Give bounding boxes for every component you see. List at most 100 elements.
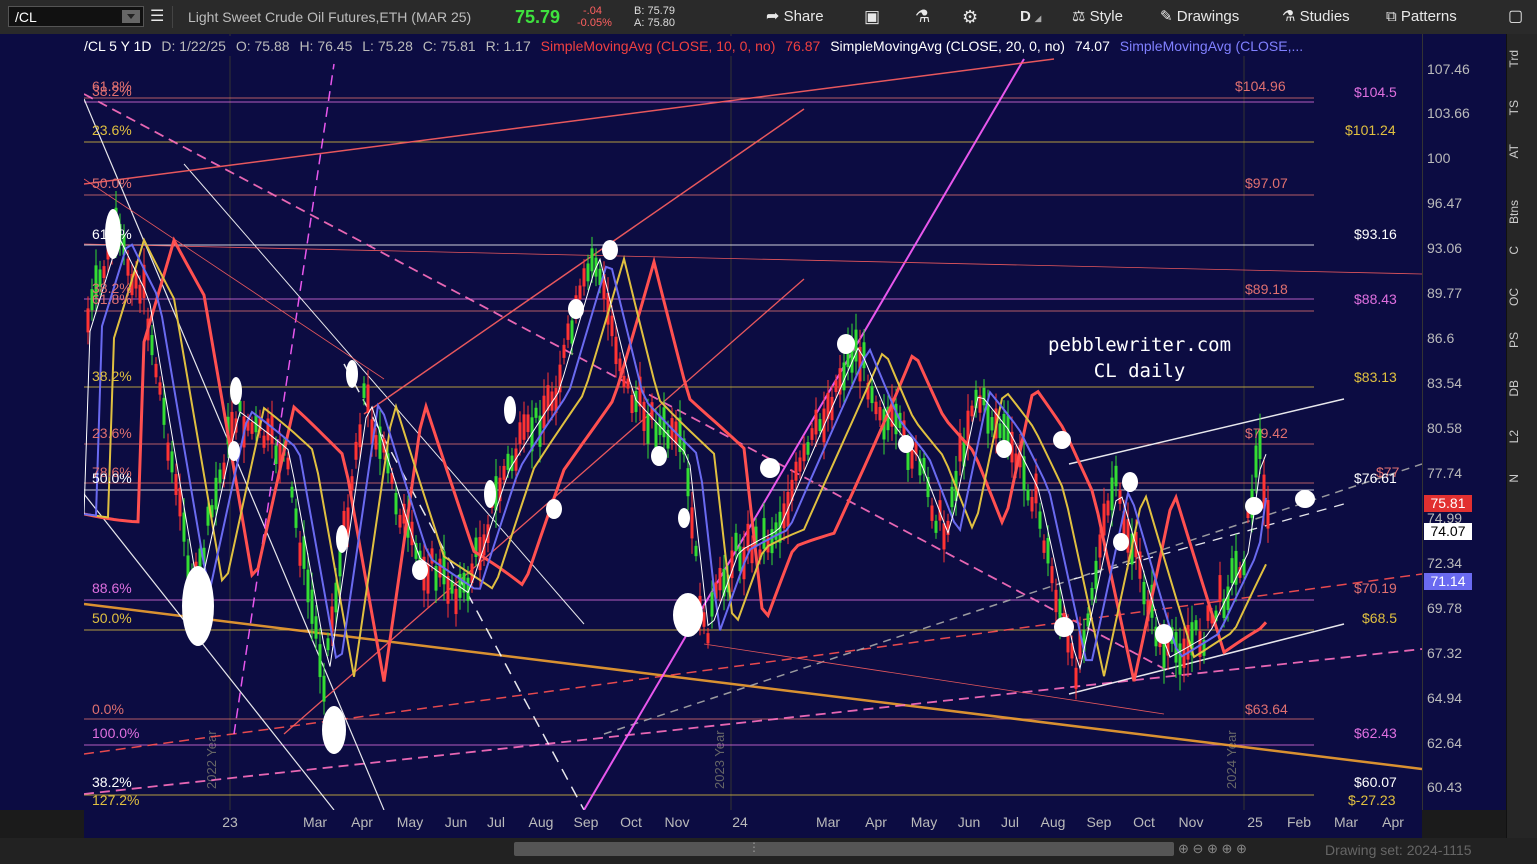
price-tick: 60.43 <box>1427 779 1463 795</box>
style-button[interactable]: ⚖ Style <box>1072 0 1123 34</box>
fib-level-label: 61.8% <box>92 226 132 242</box>
candle-body <box>1094 560 1098 589</box>
sidebar-tab-ts[interactable]: TS <box>1507 100 1537 115</box>
sidebar-tab-db[interactable]: DB <box>1507 380 1537 397</box>
target-level-label: $88.43 <box>1354 291 1397 307</box>
time-axis[interactable]: 23 Mar Apr May Jun Jul Aug Sep Oct Nov 24 Mar Apr May… <box>84 810 1422 838</box>
chevron-down-icon: ◢ <box>1035 14 1042 23</box>
sma20-label[interactable]: SimpleMovingAvg (CLOSE, 20, 0, no) <box>830 38 1065 54</box>
time-tick: Sep <box>1086 814 1112 830</box>
chart-canvas[interactable]: 2022 Year 2023 Year 2024 Year <box>83 34 1423 811</box>
candle-body <box>1106 500 1110 516</box>
candle-body <box>1226 586 1230 610</box>
window-icon[interactable]: ▢ <box>1508 0 1523 34</box>
fib-level-label: 88.6% <box>92 580 132 596</box>
candle-body <box>762 518 766 549</box>
sidebar-tab-l2[interactable]: L2 <box>1507 430 1537 443</box>
candle-body <box>310 589 314 624</box>
candle-body <box>794 461 798 481</box>
drawing-set-label[interactable]: Drawing set: 2024-1115 <box>1325 842 1472 858</box>
candle-body <box>398 514 402 528</box>
candle-body <box>366 384 370 414</box>
fib-level-label: 38.2% <box>92 774 132 790</box>
candle-body <box>970 405 974 417</box>
bar-high: H: 76.45 <box>299 38 353 54</box>
symbol-input[interactable]: /CL <box>8 6 144 27</box>
candle-body <box>1098 534 1102 558</box>
symbol-period: /CL 5 Y 1D <box>84 38 152 54</box>
trendline <box>1068 623 1345 695</box>
sidebar-tab-trd[interactable]: Trd <box>1507 50 1537 68</box>
candle-body <box>518 422 522 445</box>
period-button[interactable]: D ◢ <box>1020 0 1041 34</box>
pivot-marker <box>837 334 855 354</box>
target-level-label: $62.43 <box>1354 725 1397 741</box>
price-axis[interactable]: 107.46 103.66 100 96.47 93.06 89.77 86.6 83.54 8… <box>1422 34 1507 810</box>
sma-third-label[interactable]: SimpleMovingAvg (CLOSE,... <box>1120 38 1303 54</box>
patterns-icon: ⧉ <box>1386 8 1397 25</box>
symbol-settings-icon[interactable]: ☰ <box>150 0 164 34</box>
candle-body <box>842 362 846 391</box>
sidebar-tab-at[interactable]: AT <box>1507 144 1537 158</box>
candle-body <box>802 444 806 462</box>
target-level-label: $79.42 <box>1245 425 1288 441</box>
symbol-dropdown-icon[interactable] <box>122 10 140 23</box>
share-button[interactable]: ➦ Share <box>766 0 824 34</box>
candle-body <box>950 486 954 508</box>
candle-body <box>1034 473 1038 504</box>
sidebar-tab-oc[interactable]: OC <box>1507 288 1537 306</box>
drawings-button[interactable]: ✎ Drawings <box>1160 0 1239 34</box>
pivot-marker <box>546 499 562 519</box>
candle-body <box>870 386 874 404</box>
sidebar-tab-c[interactable]: C <box>1507 246 1537 255</box>
price-tick: 64.94 <box>1427 690 1463 706</box>
candle-body <box>1194 620 1198 631</box>
candle-body <box>798 457 802 472</box>
chart-area[interactable]: 2022 Year 2023 Year 2024 Year <box>83 34 1423 811</box>
candle-body <box>358 424 362 448</box>
pivot-marker <box>346 360 358 388</box>
scrollbar-thumb[interactable] <box>514 842 1174 856</box>
candle-body <box>502 465 506 480</box>
candle-body <box>910 449 914 469</box>
candle-body <box>738 546 742 572</box>
gear-icon[interactable]: ⚙ <box>962 0 978 34</box>
candle-body <box>1254 445 1258 478</box>
candle-body <box>1230 558 1234 583</box>
patterns-button[interactable]: ⧉ Patterns <box>1386 0 1457 34</box>
candle-body <box>1142 581 1146 605</box>
trendline <box>83 648 1423 795</box>
candle-body <box>874 401 878 415</box>
target-level-label: $83.13 <box>1354 369 1397 385</box>
time-tick: Nov <box>664 814 690 830</box>
flask-icon[interactable]: ⚗ <box>915 0 930 34</box>
target-level-label: $93.16 <box>1354 226 1397 242</box>
sidebar-tab-n[interactable]: N <box>1507 474 1537 483</box>
fib-level-label: 0.0% <box>92 701 124 717</box>
price-tick: 103.66 <box>1427 105 1470 121</box>
price-tick: 62.64 <box>1427 735 1463 751</box>
sidebar-tab-btns[interactable]: Btns <box>1507 200 1537 224</box>
candle-body <box>578 285 582 300</box>
chart-scrollbar[interactable]: ⋮ ⊕ ⊖ ⊕ ⊕ ⊕ Drawing set: 2024-1115 <box>0 838 1537 864</box>
candle-body <box>314 616 318 639</box>
share-label: Share <box>783 8 824 25</box>
candle-body <box>214 477 218 510</box>
candle-body <box>174 474 178 496</box>
zoom-icons[interactable]: ⊕ ⊖ ⊕ ⊕ ⊕ <box>1178 841 1247 857</box>
candle-body <box>1074 667 1078 689</box>
sidebar-tab-ps[interactable]: PS <box>1507 332 1537 348</box>
studies-button[interactable]: ⚗ Studies <box>1282 0 1350 34</box>
sma10-label[interactable]: SimpleMovingAvg (CLOSE, 10, 0, no) <box>541 38 776 54</box>
pivot-marker <box>1053 431 1071 449</box>
price-tick: 93.06 <box>1427 240 1463 256</box>
candle-body <box>986 404 990 434</box>
candle-body <box>1054 589 1058 613</box>
year-label: 2023 Year <box>712 730 727 789</box>
save-icon[interactable]: ▣ <box>864 0 880 34</box>
candle-body <box>694 545 698 557</box>
pivot-marker <box>412 560 428 580</box>
candle-body <box>290 486 294 498</box>
pivot-marker <box>484 480 496 508</box>
candle-body <box>686 468 690 497</box>
